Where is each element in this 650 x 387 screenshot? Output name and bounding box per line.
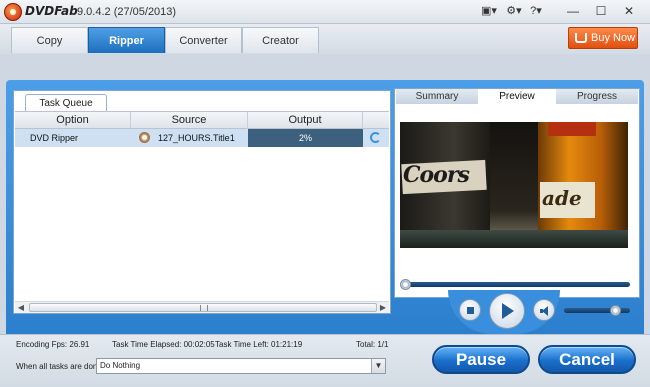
column-header-option[interactable]: Option [15,112,131,129]
table-row[interactable]: DVD Ripper 127_HOURS.Title1 2% [15,129,389,147]
app-version: 9.0.4.2 (27/05/2013) [77,6,177,18]
buy-now-label: Buy Now [591,32,636,44]
module-tab-bar: Copy Ripper Converter Creator Buy Now [0,24,650,54]
buy-now-button[interactable]: Buy Now [568,27,638,49]
refresh-icon[interactable] [370,132,381,143]
disc-icon [139,132,150,143]
settings-menu-button[interactable]: ⚙▾ [504,2,524,20]
when-done-select[interactable]: Do Nothing ▼ [96,358,386,374]
skin-menu-button[interactable]: ▣▾ [478,2,500,20]
stop-icon [467,307,474,314]
play-icon [502,303,514,319]
grip-icon [200,305,208,311]
seek-handle[interactable] [400,279,411,290]
close-button[interactable]: ✕ [616,1,642,21]
time-elapsed: Task Time Elapsed: 00:02:05 [112,340,215,349]
frame-floor [400,230,628,248]
play-button[interactable] [489,293,525,329]
task-queue-tab[interactable]: Task Queue [25,94,107,112]
row-output-progress: 2% [248,129,363,147]
scroll-thumb[interactable] [29,303,377,312]
cart-icon [575,33,587,43]
tab-ripper[interactable]: Ripper [88,27,165,53]
speaker-icon [540,306,550,316]
minimize-button[interactable]: — [560,1,586,21]
when-done-value: Do Nothing [100,361,141,370]
frame-text-right: ade [542,186,582,210]
pause-button[interactable]: Pause [432,345,530,374]
time-left: Task Time Left: 01:21:19 [215,340,303,349]
tab-preview[interactable]: Preview [478,89,556,104]
maximize-button[interactable]: ☐ [588,1,614,21]
tab-summary[interactable]: Summary [396,89,478,104]
chevron-down-icon[interactable]: ▼ [371,359,385,373]
seek-bar[interactable] [402,282,630,287]
row-option: DVD Ripper [30,133,79,143]
video-preview: Coors ade [400,122,628,248]
title-bar: DVDFab 9.0.4.2 (27/05/2013) ▣▾ ⚙▾ ?▾ — ☐… [0,0,650,24]
column-header-source[interactable]: Source [131,112,248,129]
tab-creator[interactable]: Creator [242,27,319,53]
tab-converter[interactable]: Converter [165,27,242,53]
scroll-right-icon[interactable]: ▶ [377,302,389,313]
cancel-button[interactable]: Cancel [538,345,636,374]
column-header-output[interactable]: Output [248,112,363,129]
scroll-left-icon[interactable]: ◀ [15,302,27,313]
tab-copy[interactable]: Copy [11,27,88,53]
when-done-label: When all tasks are done: [16,362,105,371]
volume-handle[interactable] [610,305,621,316]
encoding-fps: Encoding Fps: 26.91 [16,340,90,349]
tab-progress[interactable]: Progress [556,89,638,104]
task-table-header: Option Source Output [15,111,389,129]
help-menu-button[interactable]: ?▾ [526,2,546,20]
app-name: DVDFab [25,4,78,18]
frame-bottle-cap [548,122,596,136]
volume-button[interactable] [533,299,555,321]
dvdfab-logo-icon [4,3,22,21]
task-total: Total: 1/1 [356,340,389,349]
horizontal-scrollbar[interactable]: ◀ ▶ [15,301,389,313]
frame-text-left: Coors [403,162,470,188]
stop-button[interactable] [459,299,481,321]
row-source: 127_HOURS.Title1 [158,133,235,143]
